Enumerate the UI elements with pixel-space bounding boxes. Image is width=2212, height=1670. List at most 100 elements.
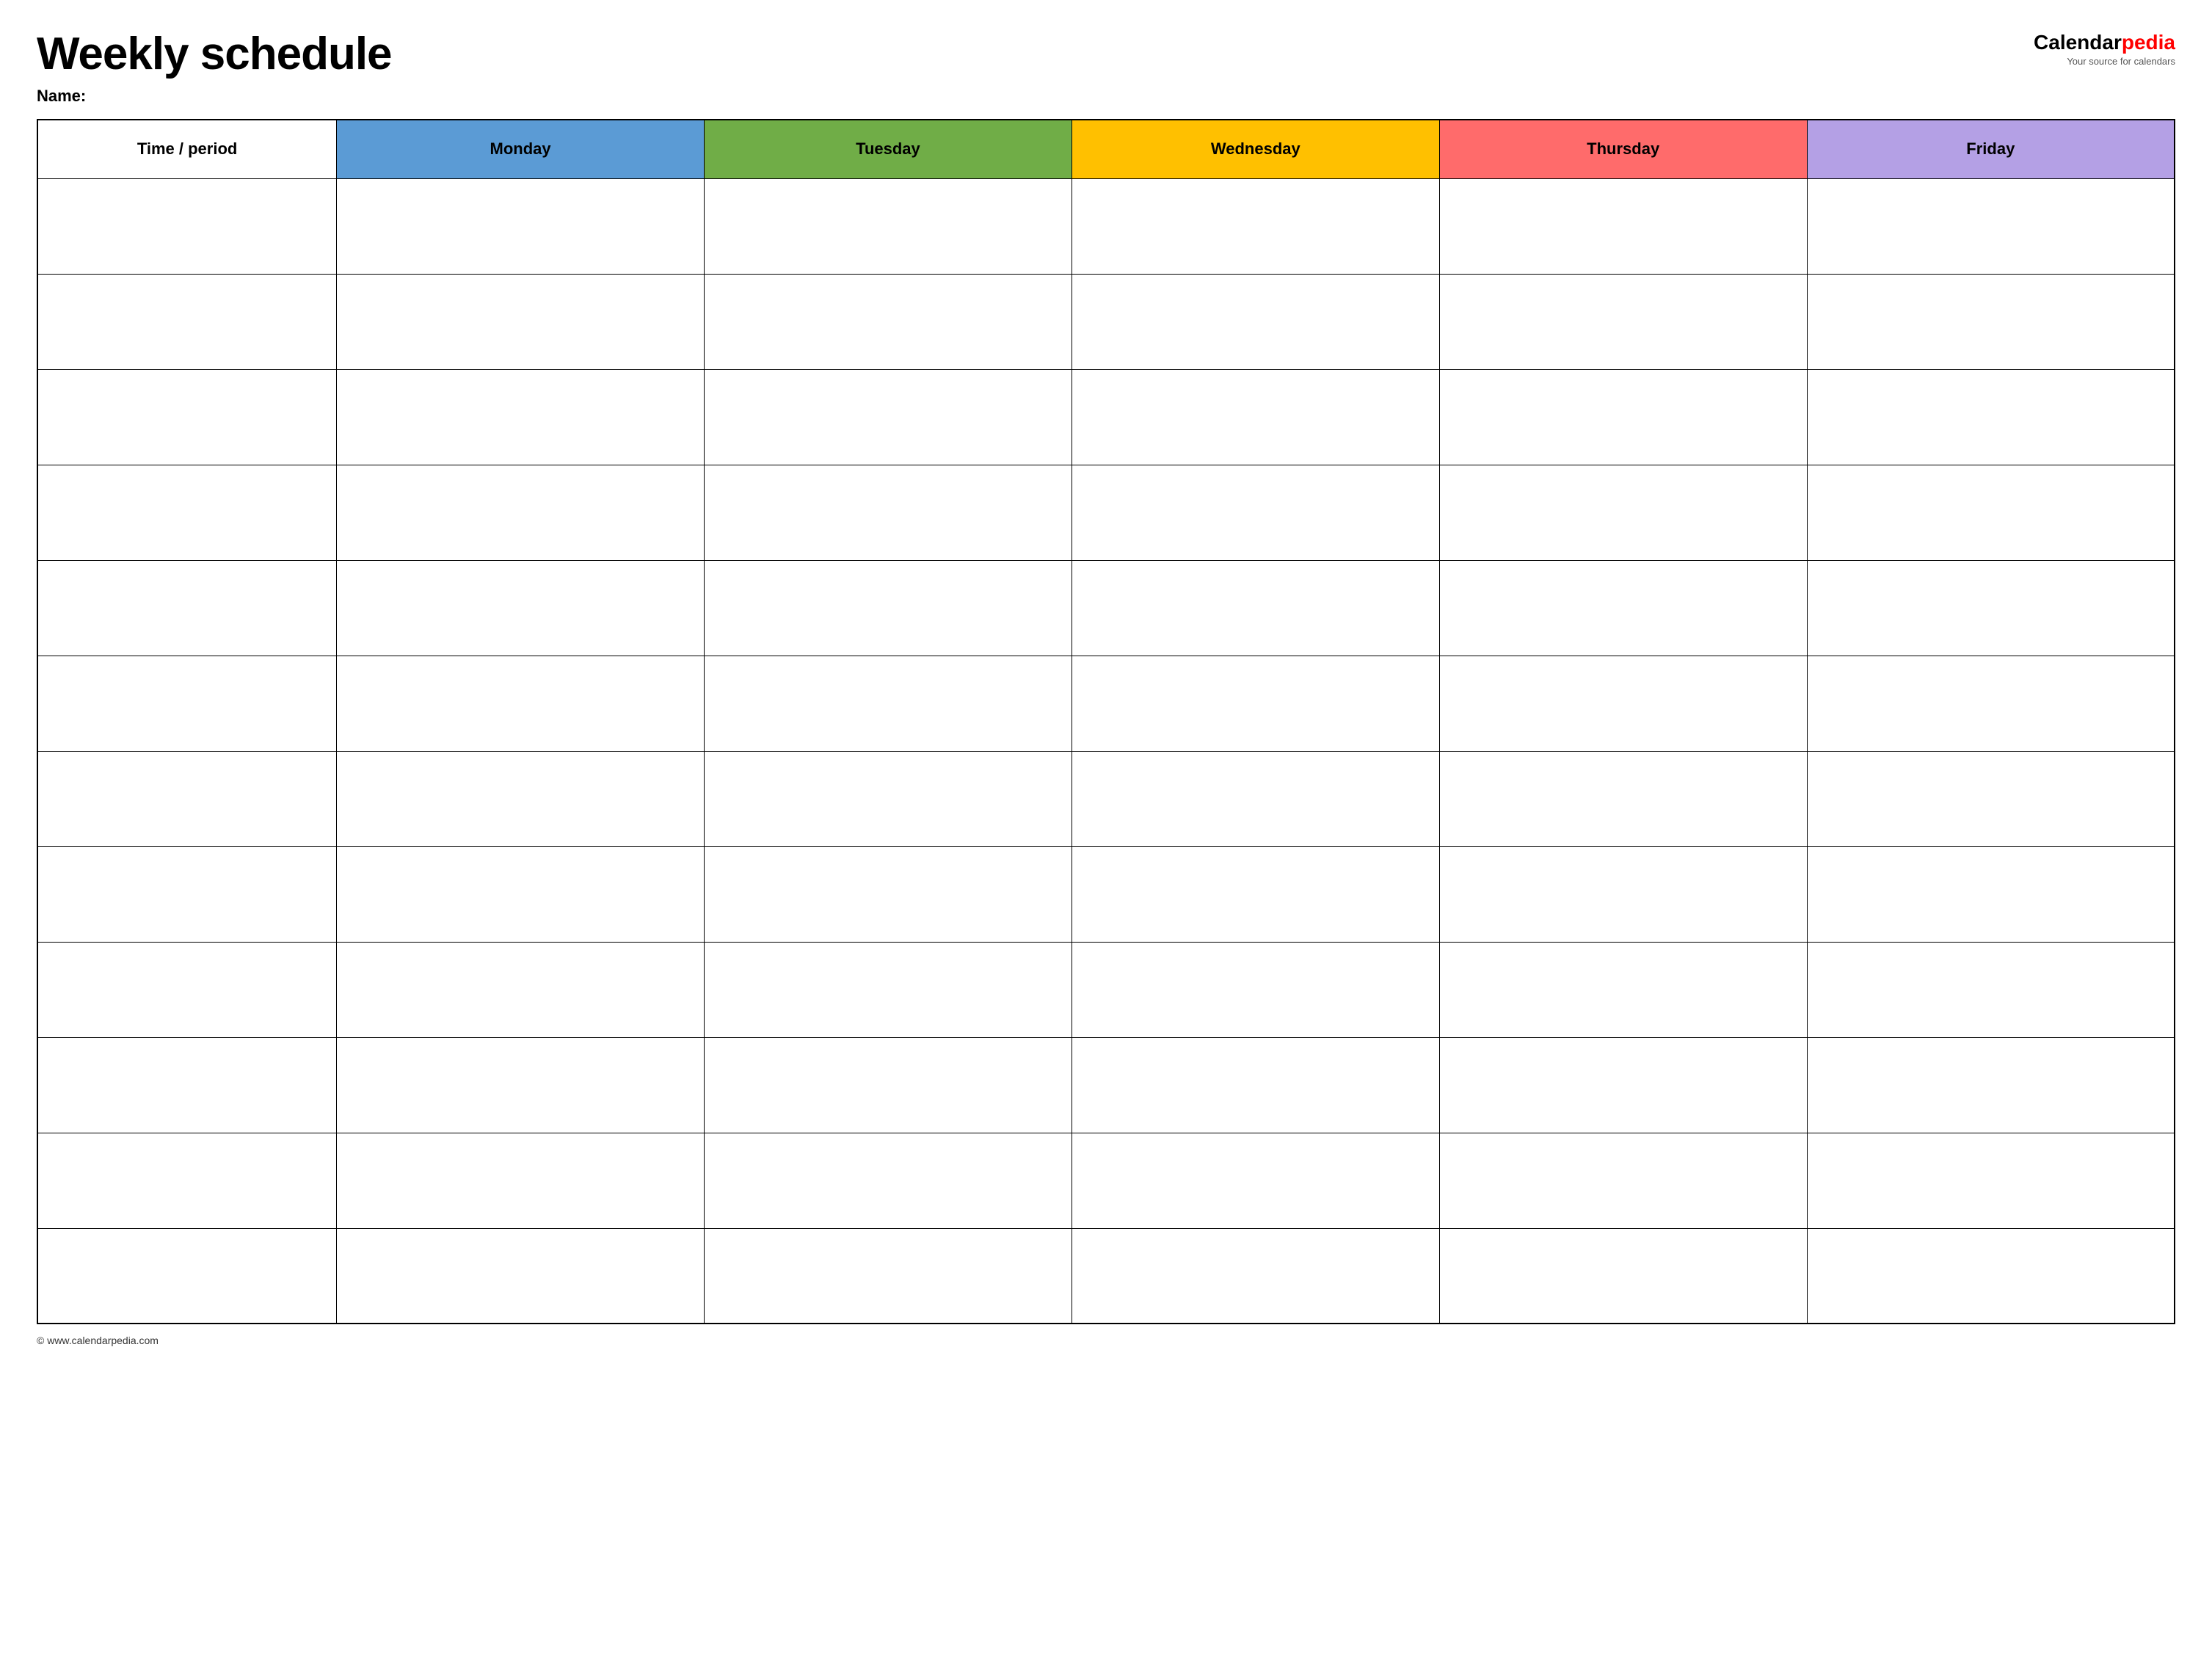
- table-cell[interactable]: [705, 465, 1072, 560]
- table-cell[interactable]: [1807, 751, 2175, 846]
- table-cell[interactable]: [37, 751, 337, 846]
- table-row: [37, 274, 2175, 369]
- table-cell[interactable]: [1072, 369, 1439, 465]
- table-cell[interactable]: [37, 846, 337, 942]
- table-cell[interactable]: [337, 560, 705, 656]
- table-cell[interactable]: [705, 178, 1072, 274]
- table-cell[interactable]: [37, 656, 337, 751]
- table-cell[interactable]: [37, 1228, 337, 1324]
- table-cell[interactable]: [705, 369, 1072, 465]
- col-header-time: Time / period: [37, 120, 337, 178]
- table-cell[interactable]: [337, 1228, 705, 1324]
- table-cell[interactable]: [37, 274, 337, 369]
- table-header-row: Time / period Monday Tuesday Wednesday T…: [37, 120, 2175, 178]
- table-cell[interactable]: [337, 369, 705, 465]
- table-cell[interactable]: [705, 1037, 1072, 1133]
- table-cell[interactable]: [705, 751, 1072, 846]
- page-title: Weekly schedule: [37, 29, 392, 79]
- table-cell[interactable]: [1439, 369, 1807, 465]
- table-cell[interactable]: [1807, 560, 2175, 656]
- table-cell[interactable]: [337, 465, 705, 560]
- table-cell[interactable]: [337, 846, 705, 942]
- table-cell[interactable]: [37, 178, 337, 274]
- table-cell[interactable]: [1072, 465, 1439, 560]
- footer: © www.calendarpedia.com: [37, 1335, 2175, 1346]
- table-row: [37, 846, 2175, 942]
- table-cell[interactable]: [1807, 1037, 2175, 1133]
- table-cell[interactable]: [705, 942, 1072, 1037]
- table-row: [37, 1228, 2175, 1324]
- table-cell[interactable]: [1807, 846, 2175, 942]
- table-cell[interactable]: [1439, 1133, 1807, 1228]
- table-row: [37, 1037, 2175, 1133]
- table-cell[interactable]: [1072, 560, 1439, 656]
- table-cell[interactable]: [1439, 465, 1807, 560]
- table-cell[interactable]: [1439, 560, 1807, 656]
- table-cell[interactable]: [337, 751, 705, 846]
- table-cell[interactable]: [1072, 178, 1439, 274]
- table-cell[interactable]: [1807, 1228, 2175, 1324]
- col-header-wednesday: Wednesday: [1072, 120, 1439, 178]
- table-cell[interactable]: [1072, 1133, 1439, 1228]
- table-cell[interactable]: [337, 178, 705, 274]
- table-cell[interactable]: [37, 942, 337, 1037]
- table-cell[interactable]: [705, 1228, 1072, 1324]
- table-row: [37, 178, 2175, 274]
- table-cell[interactable]: [1072, 656, 1439, 751]
- table-cell[interactable]: [337, 656, 705, 751]
- table-cell[interactable]: [37, 465, 337, 560]
- table-cell[interactable]: [1807, 942, 2175, 1037]
- table-cell[interactable]: [1439, 751, 1807, 846]
- table-cell[interactable]: [1807, 274, 2175, 369]
- table-cell[interactable]: [337, 942, 705, 1037]
- logo-text: Calendarpedia: [2034, 32, 2175, 53]
- table-cell[interactable]: [705, 1133, 1072, 1228]
- logo-tagline: Your source for calendars: [2067, 56, 2175, 67]
- table-cell[interactable]: [37, 560, 337, 656]
- table-cell[interactable]: [37, 1133, 337, 1228]
- table-cell[interactable]: [1807, 656, 2175, 751]
- table-row: [37, 751, 2175, 846]
- page-header: Weekly schedule Name: Calendarpedia Your…: [37, 29, 2175, 106]
- title-section: Weekly schedule Name:: [37, 29, 392, 106]
- table-row: [37, 942, 2175, 1037]
- name-label: Name:: [37, 87, 392, 106]
- col-header-monday: Monday: [337, 120, 705, 178]
- table-cell[interactable]: [1807, 1133, 2175, 1228]
- table-cell[interactable]: [1439, 1228, 1807, 1324]
- table-cell[interactable]: [1072, 274, 1439, 369]
- table-cell[interactable]: [37, 1037, 337, 1133]
- table-cell[interactable]: [1072, 751, 1439, 846]
- table-cell[interactable]: [1439, 1037, 1807, 1133]
- table-cell[interactable]: [1439, 274, 1807, 369]
- table-cell[interactable]: [37, 369, 337, 465]
- table-cell[interactable]: [1807, 369, 2175, 465]
- footer-url: © www.calendarpedia.com: [37, 1335, 159, 1346]
- table-cell[interactable]: [1072, 1037, 1439, 1133]
- table-cell[interactable]: [1072, 942, 1439, 1037]
- logo-calendar: Calendar: [2034, 31, 2122, 54]
- table-cell[interactable]: [1072, 1228, 1439, 1324]
- schedule-table: Time / period Monday Tuesday Wednesday T…: [37, 119, 2175, 1324]
- table-cell[interactable]: [705, 274, 1072, 369]
- table-row: [37, 369, 2175, 465]
- table-cell[interactable]: [337, 1133, 705, 1228]
- logo-pedia: pedia: [2122, 31, 2175, 54]
- table-cell[interactable]: [337, 274, 705, 369]
- col-header-thursday: Thursday: [1439, 120, 1807, 178]
- table-cell[interactable]: [1439, 178, 1807, 274]
- col-header-tuesday: Tuesday: [705, 120, 1072, 178]
- table-row: [37, 1133, 2175, 1228]
- table-cell[interactable]: [1439, 942, 1807, 1037]
- table-cell[interactable]: [1439, 846, 1807, 942]
- table-row: [37, 560, 2175, 656]
- table-cell[interactable]: [705, 560, 1072, 656]
- table-cell[interactable]: [1072, 846, 1439, 942]
- table-cell[interactable]: [337, 1037, 705, 1133]
- table-cell[interactable]: [705, 846, 1072, 942]
- table-cell[interactable]: [1439, 656, 1807, 751]
- table-cell[interactable]: [1807, 465, 2175, 560]
- table-cell[interactable]: [705, 656, 1072, 751]
- table-cell[interactable]: [1807, 178, 2175, 274]
- col-header-friday: Friday: [1807, 120, 2175, 178]
